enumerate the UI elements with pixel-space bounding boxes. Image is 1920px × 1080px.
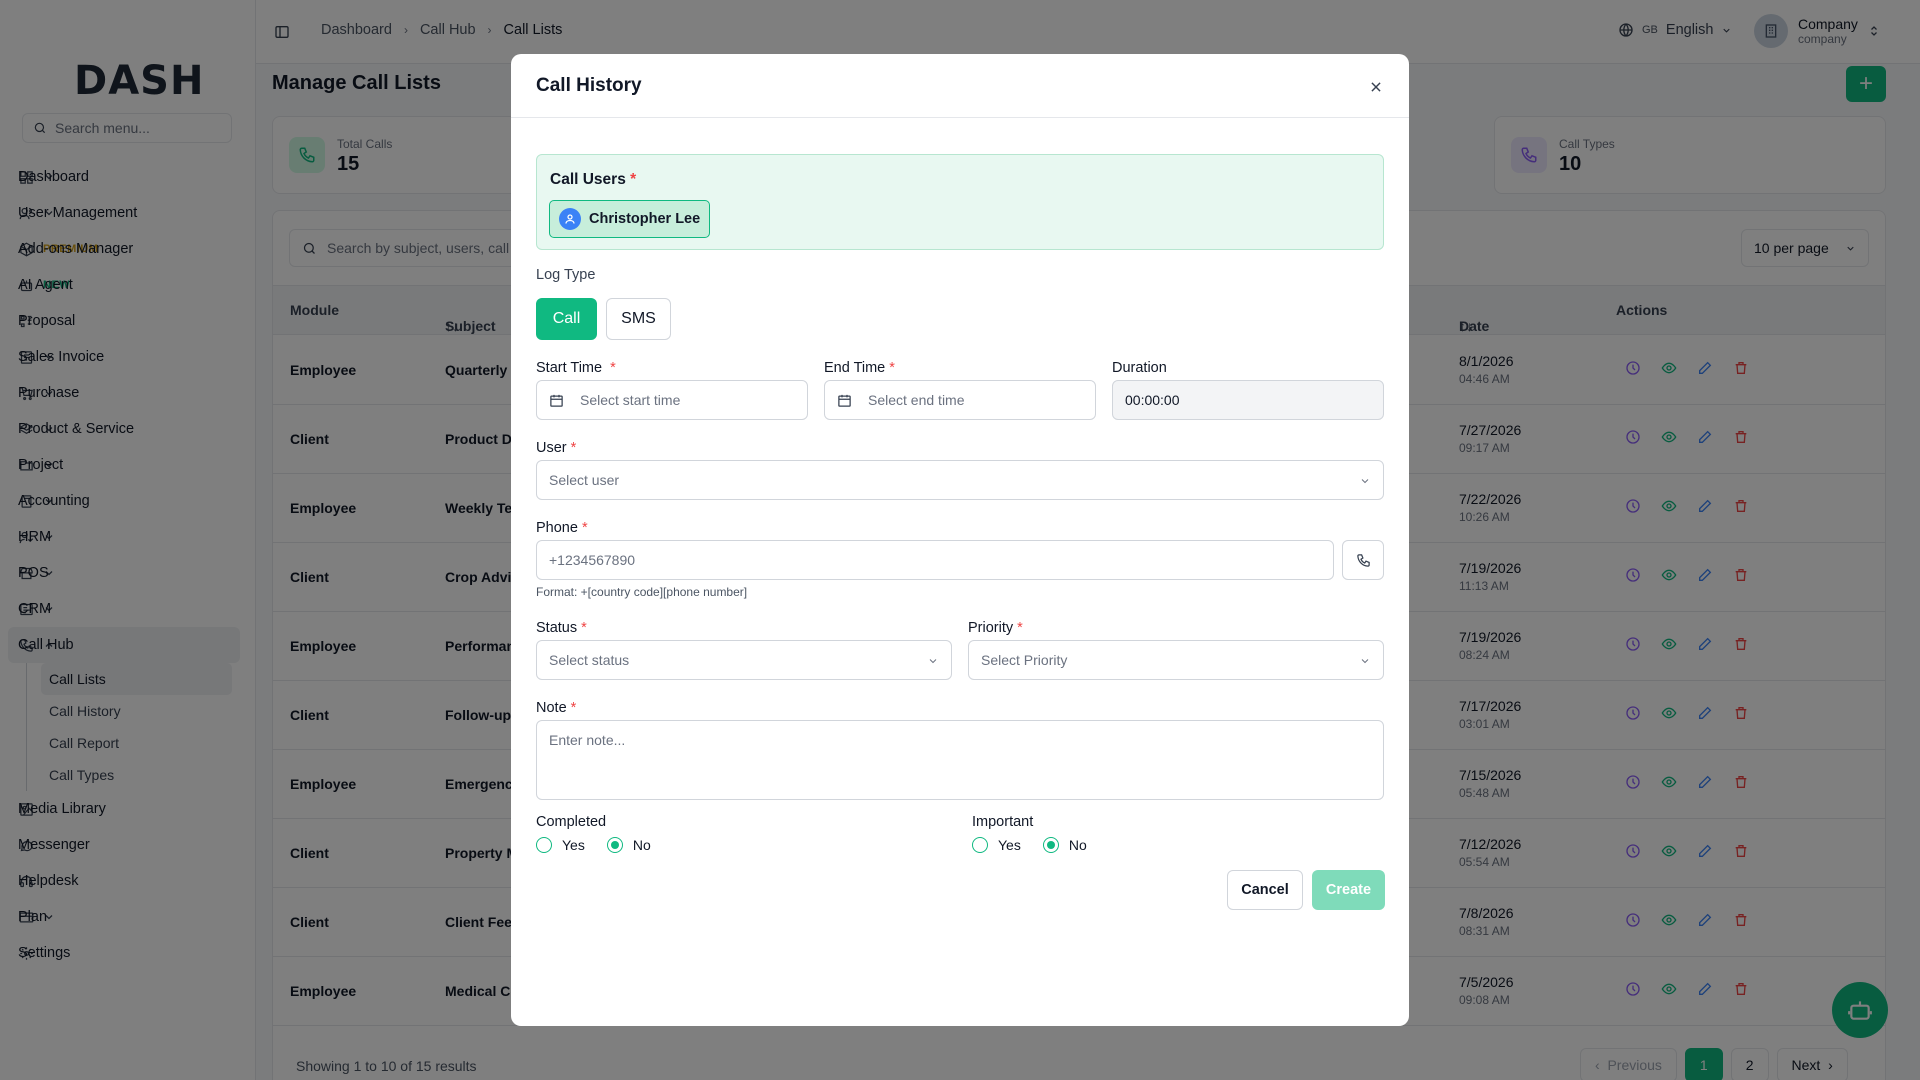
duration-field: 00:00:00 <box>1112 380 1384 420</box>
call-users-box: Call Users * Christopher Lee <box>536 154 1384 250</box>
important-label: Important <box>972 814 1034 830</box>
status-label: Status * <box>536 620 587 636</box>
important-radio-group: Yes No <box>972 837 1101 853</box>
priority-select[interactable]: Select Priority <box>968 640 1384 680</box>
user-label: User * <box>536 440 576 456</box>
call-history-modal: Call History Call Users * Christopher Le… <box>511 54 1409 1026</box>
required-mark: * <box>630 171 637 188</box>
selected-user-name: Christopher Lee <box>589 211 701 227</box>
yes-label: Yes <box>998 837 1021 853</box>
user-label-text: User <box>536 440 567 456</box>
chevron-down-icon <box>1361 479 1369 484</box>
user-select[interactable]: Select user <box>536 460 1384 500</box>
note-placeholder: Enter note... <box>549 732 626 748</box>
start-time-label: Start Time * <box>536 360 616 376</box>
important-no-option[interactable]: No <box>1042 837 1087 853</box>
start-time-label-text: Start Time <box>536 360 603 376</box>
cancel-button[interactable]: Cancel <box>1227 870 1303 910</box>
required-mark: * <box>581 620 587 636</box>
start-time-input[interactable]: Select start time <box>536 380 808 420</box>
end-time-label-text: End Time <box>824 360 886 376</box>
radio-button-selected[interactable] <box>1042 837 1059 853</box>
completed-no-option[interactable]: No <box>606 837 651 853</box>
yes-label: Yes <box>562 837 585 853</box>
phone-input[interactable]: +1234567890 <box>536 540 1334 580</box>
calendar-icon <box>550 394 563 407</box>
log-type-sms-button[interactable]: SMS <box>606 298 671 340</box>
phone-label-text: Phone <box>536 520 578 536</box>
end-time-label: End Time * <box>824 360 895 376</box>
completed-label: Completed <box>536 814 607 830</box>
phone-placeholder: +1234567890 <box>549 552 636 568</box>
modal-header: Call History <box>511 54 1409 118</box>
priority-select-placeholder: Select Priority <box>981 652 1068 668</box>
note-textarea[interactable]: Enter note... <box>536 720 1384 800</box>
required-mark: * <box>1017 620 1023 636</box>
required-mark: * <box>610 360 616 376</box>
status-label-text: Status <box>536 620 578 636</box>
status-select[interactable]: Select status <box>536 640 952 680</box>
dial-phone-button[interactable] <box>1342 540 1384 580</box>
selected-user-chip[interactable]: Christopher Lee <box>549 200 711 238</box>
calendar-icon <box>838 394 851 407</box>
required-mark: * <box>570 440 577 456</box>
no-label: No <box>632 837 651 853</box>
no-label: No <box>1068 837 1087 853</box>
start-time-placeholder: Select start time <box>580 392 681 408</box>
completed-yes-option[interactable]: Yes <box>536 837 585 853</box>
user-select-placeholder: Select user <box>549 472 620 488</box>
priority-label: Priority * <box>968 620 1023 636</box>
note-label: Note * <box>536 700 576 716</box>
completed-radio-group: Yes No <box>536 837 665 853</box>
required-mark: * <box>889 360 895 376</box>
end-time-input[interactable]: Select end time <box>824 380 1096 420</box>
required-mark: * <box>570 700 577 716</box>
radio-button[interactable] <box>536 837 552 853</box>
note-label-text: Note <box>536 700 567 716</box>
phone-label: Phone * <box>536 520 588 536</box>
required-mark: * <box>581 520 588 536</box>
duration-label: Duration <box>1112 360 1167 376</box>
close-icon[interactable] <box>1369 80 1383 94</box>
call-users-label-text: Call Users <box>550 171 626 188</box>
create-button[interactable]: Create <box>1312 870 1385 910</box>
user-icon <box>559 208 581 230</box>
call-users-label: Call Users * <box>550 171 636 189</box>
log-type-label: Log Type <box>536 267 596 283</box>
radio-button-selected[interactable] <box>606 837 623 853</box>
priority-label-text: Priority <box>968 620 1014 636</box>
end-time-placeholder: Select end time <box>868 392 965 408</box>
phone-format-hint: Format: +[country code][phone number] <box>536 585 748 599</box>
chevron-down-icon <box>1361 659 1369 664</box>
phone-icon <box>1356 553 1370 567</box>
important-yes-option[interactable]: Yes <box>972 837 1021 853</box>
chevron-down-icon <box>929 659 937 664</box>
log-type-call-button[interactable]: Call <box>536 298 597 340</box>
radio-button[interactable] <box>972 837 988 853</box>
modal-title: Call History <box>536 75 642 96</box>
status-select-placeholder: Select status <box>549 652 630 668</box>
